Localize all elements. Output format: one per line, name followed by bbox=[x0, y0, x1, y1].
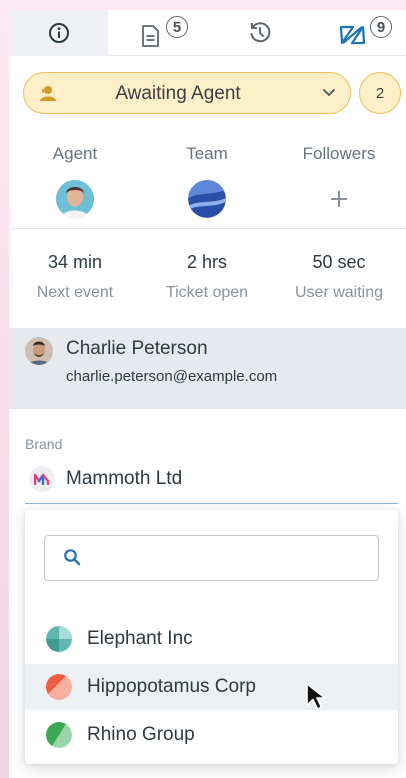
team-label: Team bbox=[186, 144, 228, 163]
stat-ticket-open: 2 hrs Ticket open bbox=[141, 252, 273, 312]
stat-user-waiting: 50 sec User waiting bbox=[273, 252, 405, 312]
agent-avatar[interactable] bbox=[56, 180, 94, 218]
team-column: Team bbox=[141, 144, 273, 230]
tab-history[interactable] bbox=[207, 10, 306, 56]
followers-column: Followers bbox=[273, 144, 405, 230]
brand-option-label: Hippopotamus Corp bbox=[87, 676, 256, 697]
section-divider bbox=[9, 228, 406, 229]
brand-selected-value: Mammoth Ltd bbox=[66, 468, 183, 489]
stat-caption: Next event bbox=[36, 284, 114, 301]
brand-option-rhino[interactable]: Rhino Group bbox=[25, 712, 398, 758]
add-follower-button[interactable] bbox=[320, 180, 358, 218]
brand-field-label: Brand bbox=[25, 436, 63, 452]
plus-icon bbox=[331, 191, 347, 207]
tab-notes[interactable]: 5 bbox=[108, 10, 207, 56]
brand-option-elephant[interactable]: Elephant Inc bbox=[25, 616, 398, 662]
status-row: Awaiting Agent 2 bbox=[23, 72, 401, 114]
rhino-logo-icon bbox=[46, 722, 72, 748]
requester-avatar bbox=[25, 337, 53, 365]
apps-logo-icon bbox=[339, 25, 365, 45]
brand-option-label: Elephant Inc bbox=[87, 628, 193, 649]
section-divider bbox=[9, 408, 406, 409]
ticket-context-panel: 5 9 Awaiting Agent 2 Agent Team Follower… bbox=[9, 10, 406, 778]
search-icon bbox=[64, 549, 81, 566]
brand-search-input[interactable] bbox=[91, 542, 371, 574]
stat-value: 2 hrs bbox=[186, 252, 228, 272]
stat-value: 34 min bbox=[47, 252, 103, 272]
brand-select[interactable]: Mammoth Ltd bbox=[25, 462, 398, 504]
hippopotamus-logo-icon bbox=[46, 674, 72, 700]
agent-avatar-image bbox=[56, 180, 94, 218]
agent-column: Agent bbox=[9, 144, 141, 230]
brand-dropdown-menu: Elephant Inc Hippopotamus Corp Rhino Gro… bbox=[25, 510, 398, 764]
mammoth-logo-icon bbox=[29, 466, 55, 492]
status-count-badge[interactable]: 2 bbox=[359, 72, 401, 114]
status-label: Awaiting Agent bbox=[115, 83, 241, 104]
mouse-pointer-icon bbox=[306, 683, 326, 710]
history-icon bbox=[250, 22, 270, 43]
stat-caption: User waiting bbox=[294, 284, 384, 301]
chevron-down-icon bbox=[323, 89, 335, 96]
requester-email: charlie.peterson@example.com bbox=[66, 368, 278, 385]
info-icon bbox=[48, 23, 69, 43]
stat-value: 50 sec bbox=[312, 252, 366, 272]
ticket-timers: 34 min Next event 2 hrs Ticket open 50 s… bbox=[9, 252, 406, 312]
agent-label: Agent bbox=[52, 144, 98, 163]
requester-avatar-image bbox=[25, 337, 53, 365]
panel-tabs: 5 9 bbox=[9, 10, 406, 56]
document-icon bbox=[141, 25, 159, 47]
tab-info[interactable] bbox=[9, 10, 108, 56]
stat-next-event: 34 min Next event bbox=[9, 252, 141, 312]
apps-count-badge: 9 bbox=[370, 16, 392, 38]
team-avatar[interactable] bbox=[188, 180, 226, 218]
notes-count-badge: 5 bbox=[166, 16, 188, 38]
requester-name: Charlie Peterson bbox=[66, 338, 208, 359]
requester-card[interactable]: Charlie Peterson charlie.peterson@exampl… bbox=[9, 328, 406, 408]
tab-apps[interactable]: 9 bbox=[306, 10, 405, 56]
brand-search-box[interactable] bbox=[44, 535, 379, 581]
stat-caption: Ticket open bbox=[165, 284, 249, 301]
followers-label: Followers bbox=[302, 144, 376, 163]
ticket-status-select[interactable]: Awaiting Agent bbox=[23, 72, 351, 114]
brand-option-label: Rhino Group bbox=[87, 724, 195, 745]
elephant-logo-icon bbox=[46, 626, 72, 652]
assignment-section: Agent Team Followers bbox=[9, 144, 406, 230]
team-avatar-image bbox=[188, 180, 226, 218]
brand-option-hippopotamus[interactable]: Hippopotamus Corp bbox=[25, 664, 398, 710]
